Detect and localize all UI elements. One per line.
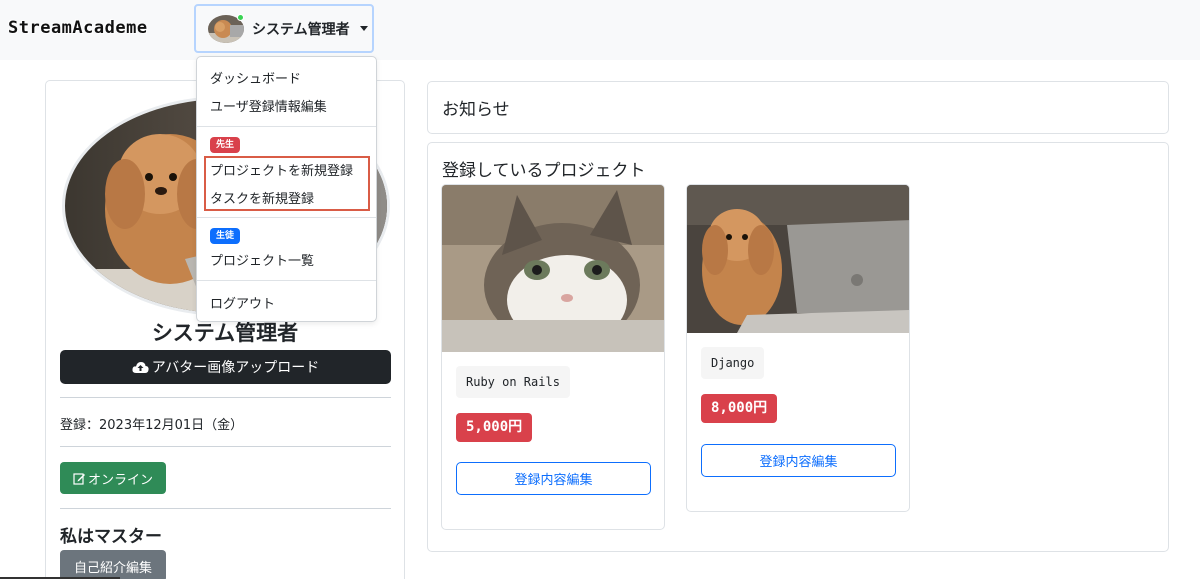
brand-logo[interactable]: StreamAcademe <box>8 18 148 38</box>
menu-item-project-list[interactable]: プロジェクト一覧 <box>210 250 314 269</box>
notice-title: お知らせ <box>442 100 510 120</box>
menu-item-logout[interactable]: ログアウト <box>210 293 275 312</box>
edit-project-button[interactable]: 登録内容編集 <box>456 462 651 495</box>
navbar: StreamAcademe システム管理者 <box>0 0 1200 60</box>
project-tag: Ruby on Rails <box>456 366 570 398</box>
user-dropdown-menu: ダッシュボード ユーザ登録情報編集 先生 プロジェクトを新規登録 タスクを新規登… <box>196 56 377 322</box>
projects-title: 登録しているプロジェクト <box>442 161 646 181</box>
highlight-annotation <box>204 156 370 211</box>
divider <box>60 508 391 509</box>
project-image <box>442 185 664 352</box>
divider <box>60 397 391 398</box>
price-badge: 8,000円 <box>701 394 778 423</box>
student-badge: 生徒 <box>210 228 241 244</box>
menu-item-edit-user[interactable]: ユーザ登録情報編集 <box>210 96 327 115</box>
upload-avatar-button[interactable]: アバター画像アップロード <box>60 350 391 384</box>
online-status-button[interactable]: オンライン <box>60 462 166 494</box>
chevron-down-icon <box>359 26 368 31</box>
menu-divider <box>197 126 376 127</box>
project-card: Ruby on Rails 5,000円 登録内容編集 <box>441 184 665 530</box>
online-status-dot <box>237 14 244 21</box>
profile-bio: 私はマスター <box>60 527 162 547</box>
project-image <box>687 185 909 333</box>
notice-card: お知らせ <box>427 81 1169 134</box>
upload-avatar-label: アバター画像アップロード <box>151 360 320 376</box>
price-badge: 5,000円 <box>456 413 533 442</box>
project-card: Django 8,000円 登録内容編集 <box>686 184 910 512</box>
menu-item-dashboard[interactable]: ダッシュボード <box>210 68 301 87</box>
menu-divider <box>197 280 376 281</box>
edit-intro-button[interactable]: 自己紹介編集 <box>60 550 166 579</box>
teacher-badge: 先生 <box>210 137 241 153</box>
project-tag: Django <box>701 347 765 379</box>
user-menu-toggle[interactable]: システム管理者 <box>194 4 374 53</box>
divider <box>60 446 391 447</box>
online-status-label: オンライン <box>87 472 153 488</box>
edit-icon <box>73 472 85 485</box>
cloud-upload-icon <box>132 361 149 373</box>
nav-user-name: システム管理者 <box>252 21 350 38</box>
registration-date: 登録：2023年12月01日（金） <box>60 418 244 433</box>
edit-project-button[interactable]: 登録内容編集 <box>701 444 896 477</box>
menu-divider <box>197 217 376 218</box>
